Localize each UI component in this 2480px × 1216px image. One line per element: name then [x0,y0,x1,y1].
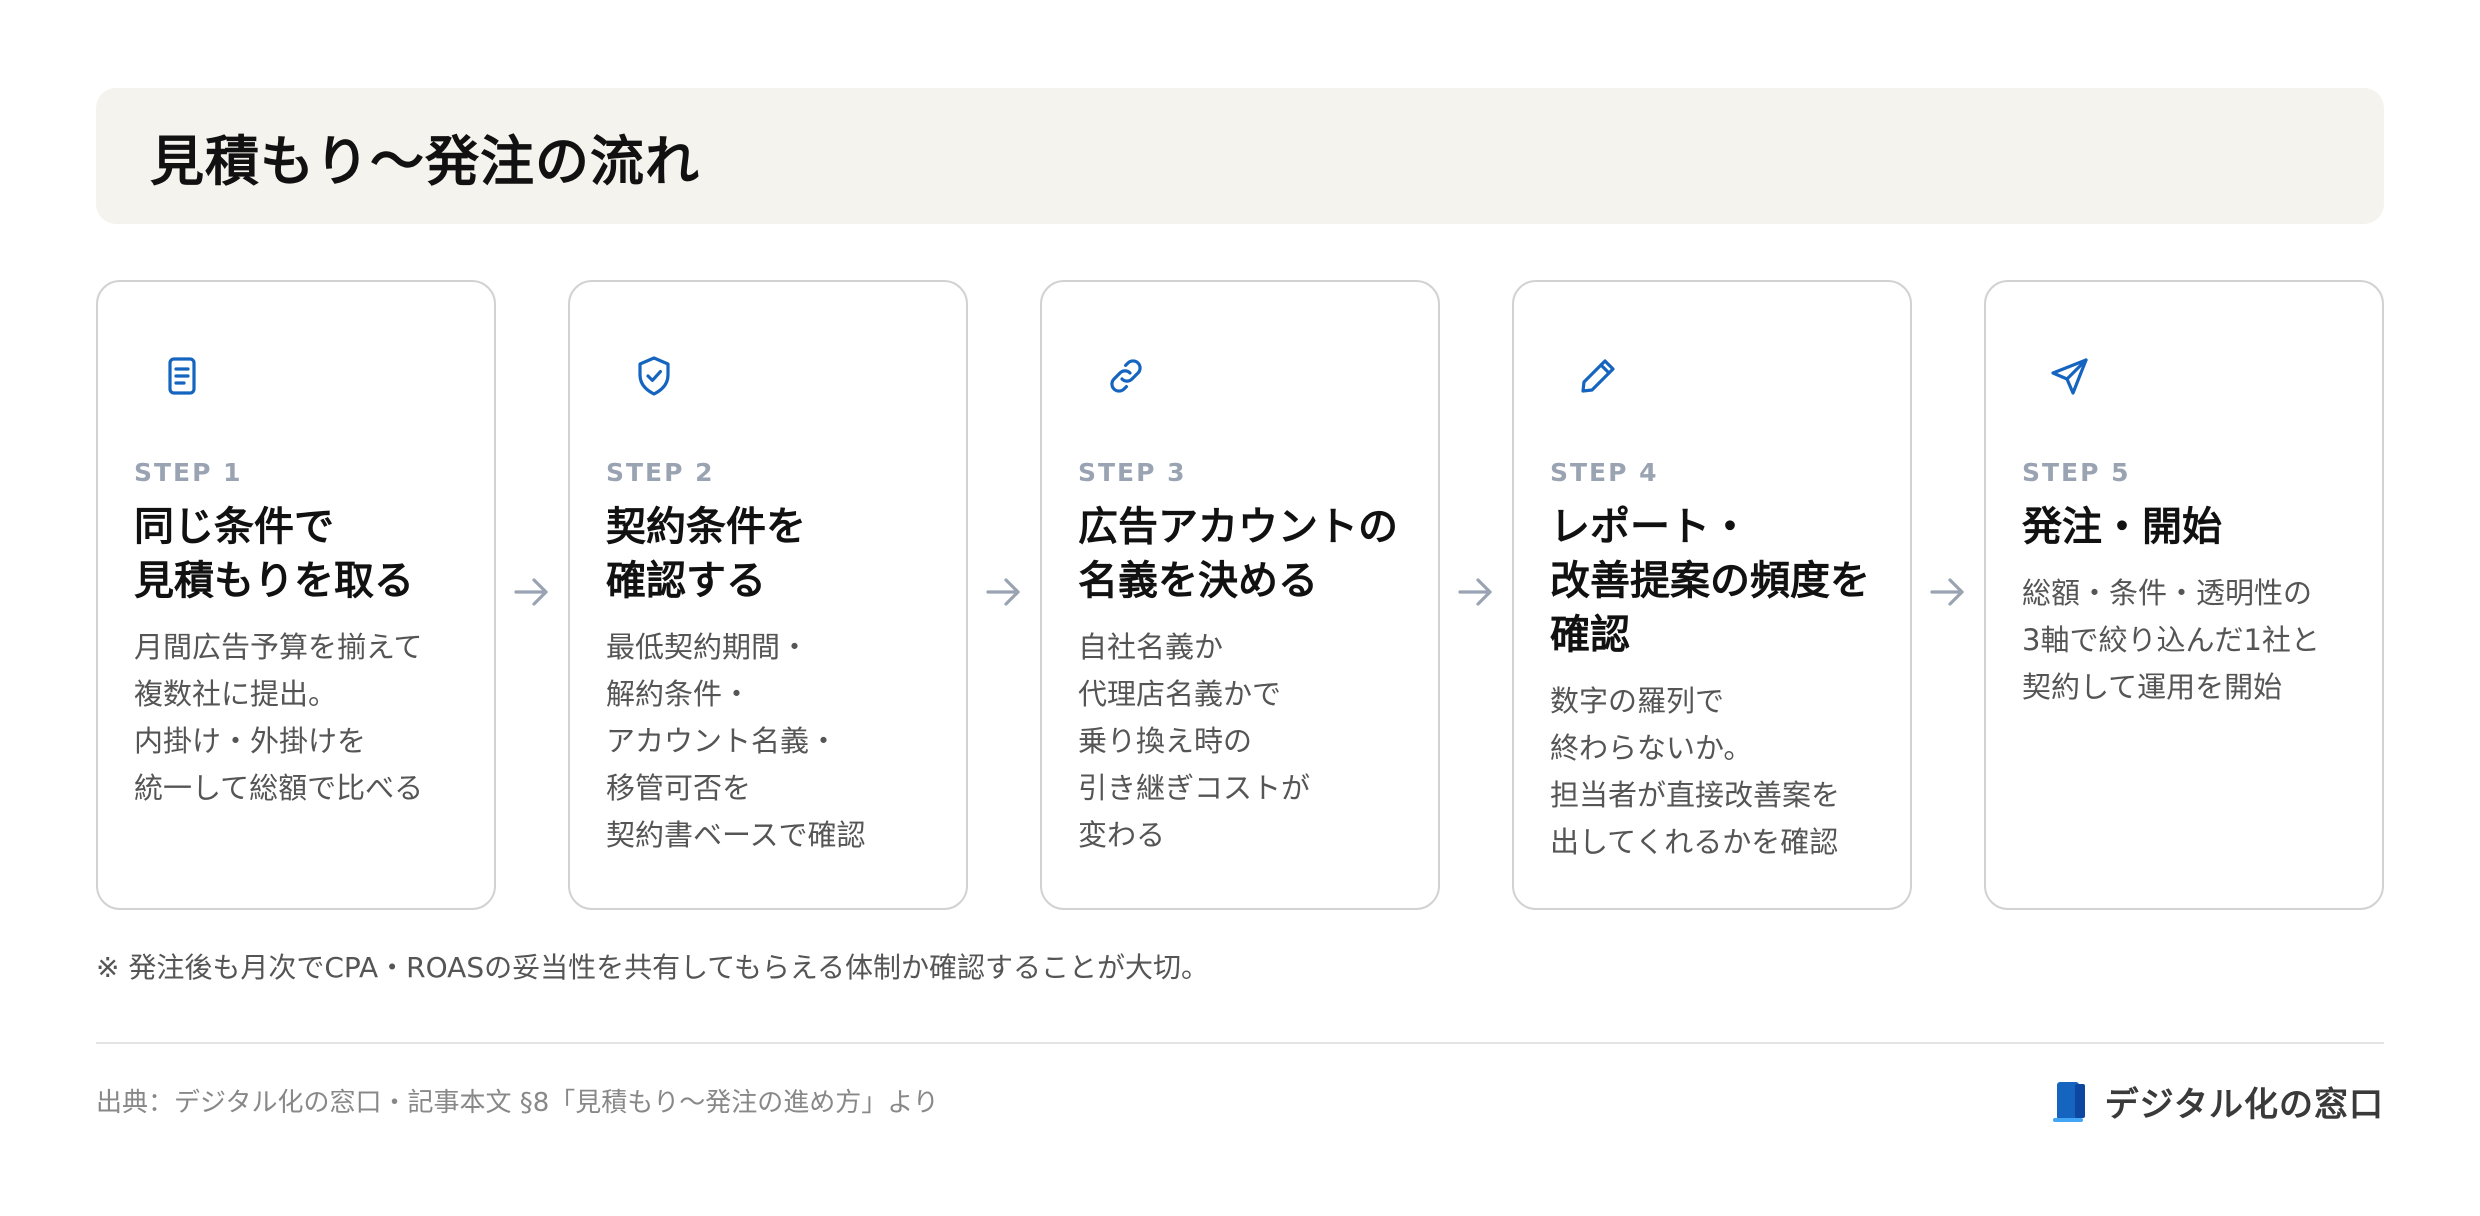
step-desc-line: 3軸で絞り込んだ1社と [2022,623,2320,657]
step-description: 総額・条件・透明性の 3軸で絞り込んだ1社と 契約して運用を開始 [2022,570,2362,711]
step-card-3: STEP 3 広告アカウントの 名義を決める 自社名義か 代理店名義かで 乗り換… [1040,280,1440,910]
arrow-right-icon [1924,568,1972,616]
step-desc-line: 終わらないか。 [1550,731,1753,765]
step-card-5: STEP 5 発注・開始 総額・条件・透明性の 3軸で絞り込んだ1社と 契約して… [1984,280,2384,910]
arrow-right-icon [508,568,556,616]
step-label: STEP 1 [134,458,243,487]
step-description: 月間広告予算を揃えて 複数社に提出。 内掛け・外掛けを 統一して総額で比べる [134,624,474,812]
step-desc-line: 数字の羅列で [1550,684,1725,718]
step-title-line: 見積もりを取る [134,558,414,604]
step-desc-line: 担当者が直接改善案を [1550,778,1841,812]
step-desc-line: 総額・条件・透明性の [2022,576,2313,610]
pencil-icon [1574,352,1622,400]
step-desc-line: アカウント名義・ [606,724,839,758]
step-title-line: レポート・ [1550,504,1750,550]
step-desc-line: 内掛け・外掛けを [134,724,367,758]
step-title-line: 広告アカウントの [1078,504,1398,550]
step-desc-line: 契約書ベースで確認 [606,818,866,852]
step-desc-line: 変わる [1078,818,1166,852]
step-title: 発注・開始 [2022,500,2362,554]
step-desc-line: 複数社に提出。 [134,677,338,711]
step-desc-line: 移管可否を [606,771,752,805]
step-title: 同じ条件で 見積もりを取る [134,500,474,608]
step-desc-line: 契約して運用を開始 [2022,670,2283,704]
step-card-4: STEP 4 レポート・ 改善提案の頻度を 確認 数字の羅列で 終わらないか。 … [1512,280,1912,910]
footnote: ※ 発注後も月次でCPA・ROASの妥当性を共有してもらえる体制か確認することが… [96,951,1210,984]
step-label: STEP 4 [1550,458,1659,487]
step-desc-line: 統一して総額で比べる [134,771,424,805]
page-title: 見積もり〜発注の流れ [150,129,700,193]
step-title-line: 発注・開始 [2022,504,2222,550]
brand-logo: デジタル化の窓口 [2051,1076,2384,1126]
step-title: 広告アカウントの 名義を決める [1078,500,1418,608]
arrow-right-icon [1452,568,1500,616]
source-credit: 出典：デジタル化の窓口・記事本文 §8「見積もり〜発注の進め方」より [96,1088,939,1118]
step-title: 契約条件を 確認する [606,500,946,608]
step-card-2: STEP 2 契約条件を 確認する 最低契約期間・ 解約条件・ アカウント名義・… [568,280,968,910]
step-title-line: 名義を決める [1078,558,1318,604]
step-desc-line: 自社名義か [1078,630,1224,664]
step-label: STEP 5 [2022,458,2131,487]
step-title-line: 改善提案の頻度を [1550,558,1870,604]
step-desc-line: 引き継ぎコストが [1078,771,1311,805]
link-icon [1102,352,1150,400]
step-title-line: 確認する [606,558,766,604]
arrow-right-icon [980,568,1028,616]
step-label: STEP 2 [606,458,715,487]
step-label: STEP 3 [1078,458,1187,487]
divider [96,1042,2384,1044]
steps-flow: STEP 1 同じ条件で 見積もりを取る 月間広告予算を揃えて 複数社に提出。 … [96,280,2384,910]
step-desc-line: 月間広告予算を揃えて [134,630,423,664]
step-description: 最低契約期間・ 解約条件・ アカウント名義・ 移管可否を 契約書ベースで確認 [606,624,946,859]
step-desc-line: 出してくれるかを確認 [1550,825,1839,859]
document-icon [158,352,206,400]
step-desc-line: 乗り換え時の [1078,724,1253,758]
shield-check-icon [630,352,678,400]
step-title-line: 確認 [1550,612,1630,658]
header-banner: 見積もり〜発注の流れ [96,88,2384,224]
step-title: レポート・ 改善提案の頻度を 確認 [1550,500,1890,662]
send-icon [2046,352,2094,400]
step-title-line: 契約条件を [606,504,806,550]
step-desc-line: 代理店名義かで [1078,677,1282,711]
step-desc-line: 最低契約期間・ [606,630,810,664]
step-description: 数字の羅列で 終わらないか。 担当者が直接改善案を 出してくれるかを確認 [1550,678,1890,866]
logo-icon [2051,1078,2091,1124]
step-title-line: 同じ条件で [134,504,334,550]
step-desc-line: 解約条件・ [606,677,752,711]
logo-text: デジタル化の窓口 [2104,1084,2384,1125]
step-card-1: STEP 1 同じ条件で 見積もりを取る 月間広告予算を揃えて 複数社に提出。 … [96,280,496,910]
step-description: 自社名義か 代理店名義かで 乗り換え時の 引き継ぎコストが 変わる [1078,624,1418,859]
